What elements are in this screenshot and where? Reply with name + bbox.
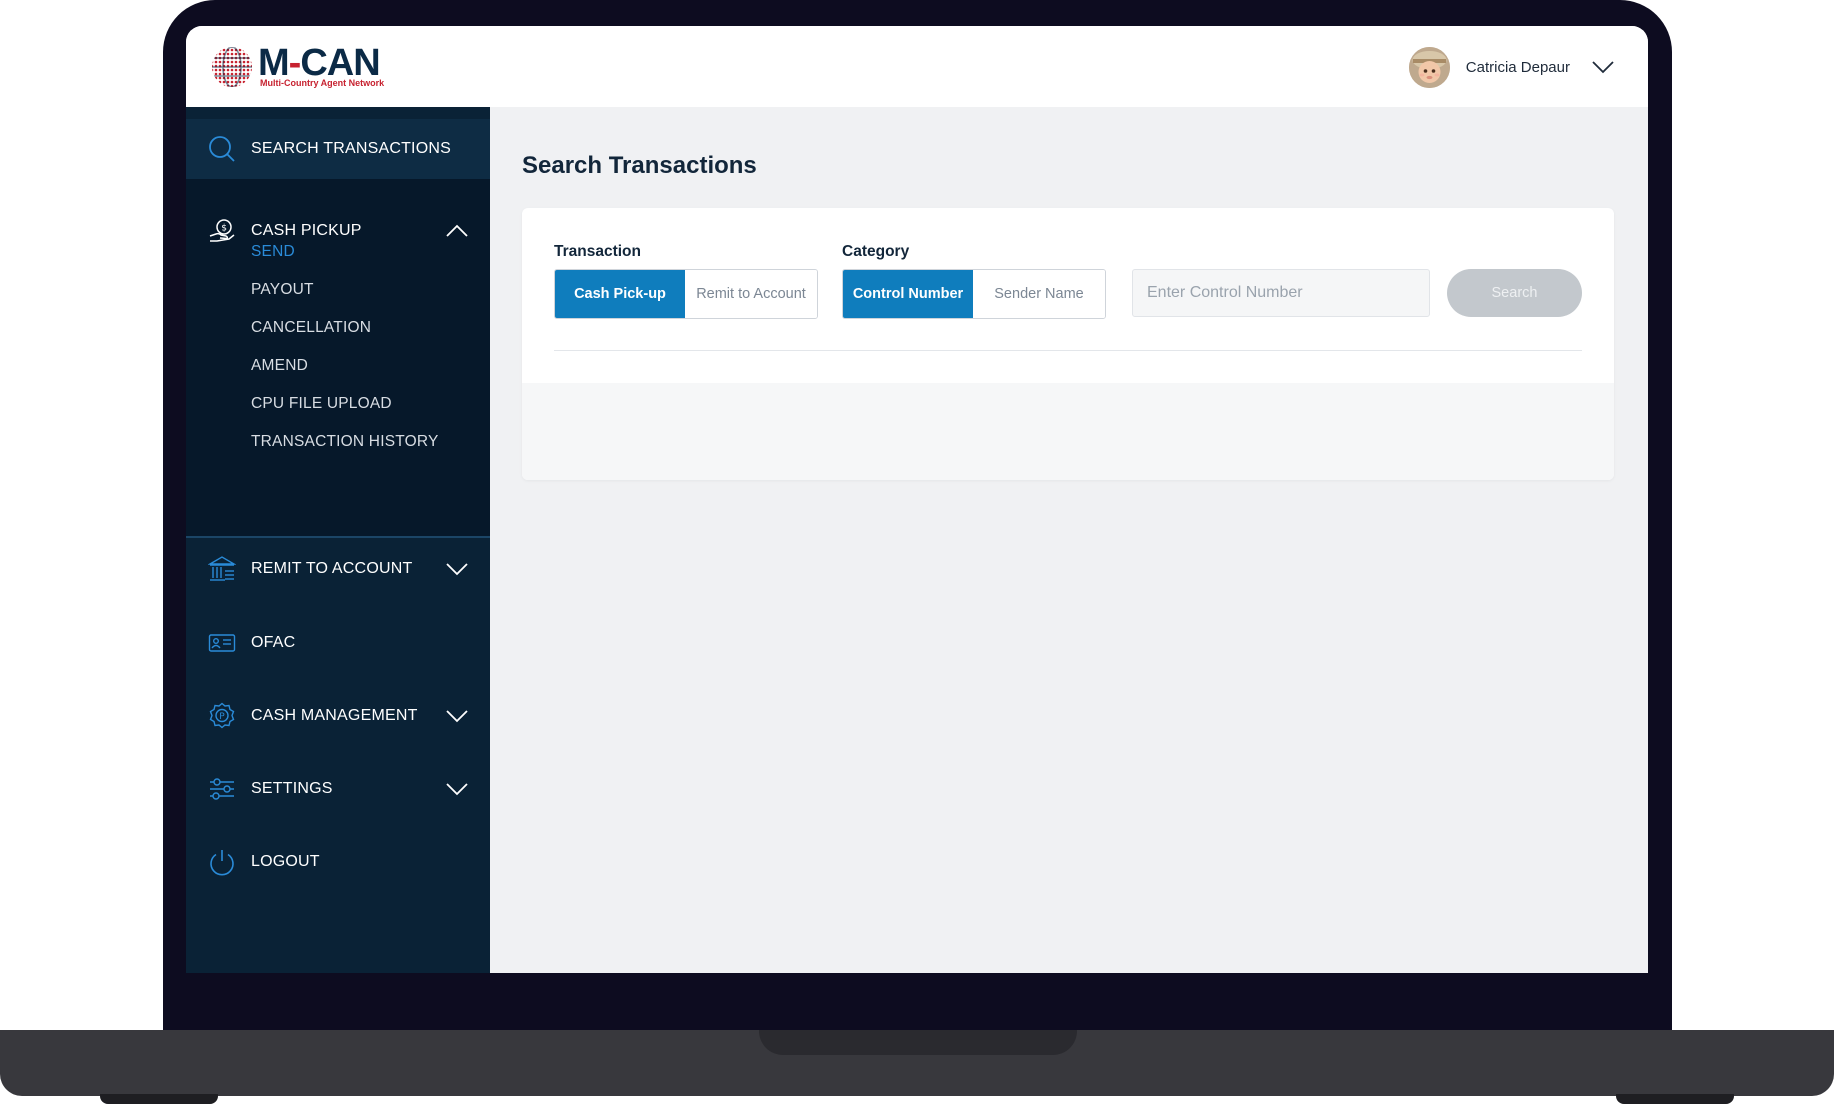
search-icon [208,135,236,163]
sidebar-item-search-transactions[interactable]: SEARCH TRANSACTIONS [186,119,490,179]
svg-text:$: $ [221,224,227,234]
laptop-base [0,1030,1834,1096]
laptop-foot-left [100,1094,218,1104]
sidebar-item-cash-pickup[interactable]: $ CASH PICKUP [186,201,490,261]
category-option-sender-name[interactable]: Sender Name [973,270,1105,318]
chevron-up-icon[interactable] [446,224,468,238]
globe-logo-icon [212,47,252,87]
chevron-down-icon[interactable] [446,562,468,576]
cash-settings-icon: P [208,702,236,730]
submenu-item-payout[interactable]: PAYOUT [251,281,314,299]
sliders-icon [208,775,236,803]
submenu-item-cancellation[interactable]: CANCELLATION [251,319,371,337]
brand-tagline: Multi-Country Agent Network [260,78,385,88]
sidebar-item-label: OFAC [251,634,296,651]
sidebar-item-label: LOGOUT [251,853,320,870]
avatar-image [1408,46,1450,88]
page-title: Search Transactions [522,152,757,179]
transaction-option-cash-pickup[interactable]: Cash Pick-up [555,270,685,318]
app-screen: M-CAN Multi-Country Agent Network Catric… [186,26,1648,973]
chevron-down-icon[interactable] [446,709,468,723]
sidebar-nav: SEARCH TRANSACTIONS $ CASH PICKUP SEND P… [186,107,490,973]
sidebar-item-settings[interactable]: SETTINGS [186,759,490,819]
sidebar-item-label: CASH PICKUP [251,222,362,239]
chevron-down-icon[interactable] [1592,60,1614,74]
sidebar-divider [186,536,490,538]
top-header: M-CAN Multi-Country Agent Network Catric… [186,26,1648,107]
cash-hand-icon: $ [208,217,236,245]
sidebar-item-label: SETTINGS [251,780,333,797]
avatar[interactable] [1408,46,1450,88]
sidebar-item-ofac[interactable]: OFAC [186,613,490,673]
id-card-icon [208,629,236,657]
laptop-notch [759,1030,1077,1055]
main-content: Search Transactions Transaction Cash Pic… [490,107,1648,973]
user-name: Catricia Depaur [1465,58,1570,76]
transaction-label: Transaction [554,243,641,260]
category-toggle: Control Number Sender Name [842,269,1106,319]
bank-icon [208,555,236,583]
power-icon [208,848,236,876]
results-area [522,383,1614,480]
chevron-down-icon[interactable] [446,782,468,796]
control-number-input[interactable] [1132,269,1430,317]
search-button[interactable]: Search [1447,269,1582,317]
category-option-control-number[interactable]: Control Number [843,270,973,318]
sidebar-item-label: REMIT TO ACCOUNT [251,560,413,577]
sidebar-item-cash-management[interactable]: P CASH MANAGEMENT [186,686,490,746]
category-label: Category [842,243,910,260]
sidebar-item-label: SEARCH TRANSACTIONS [251,140,451,157]
sidebar-item-logout[interactable]: LOGOUT [186,832,490,892]
search-card: Transaction Cash Pick-up Remit to Accoun… [522,208,1614,480]
user-menu[interactable]: Catricia Depaur [1408,46,1614,88]
submenu-item-send[interactable]: SEND [251,243,295,261]
submenu-item-transaction-history[interactable]: TRANSACTION HISTORY [251,433,439,451]
submenu-item-amend[interactable]: AMEND [251,357,308,375]
card-divider [554,350,1582,351]
transaction-option-remit-to-account[interactable]: Remit to Account [685,270,817,318]
transaction-toggle: Cash Pick-up Remit to Account [554,269,818,319]
sidebar-item-label: CASH MANAGEMENT [251,707,418,724]
sidebar-item-remit-to-account[interactable]: REMIT TO ACCOUNT [186,539,490,599]
svg-text:P: P [219,712,225,722]
laptop-foot-right [1616,1094,1734,1104]
submenu-item-cpu-file-upload[interactable]: CPU FILE UPLOAD [251,395,392,413]
